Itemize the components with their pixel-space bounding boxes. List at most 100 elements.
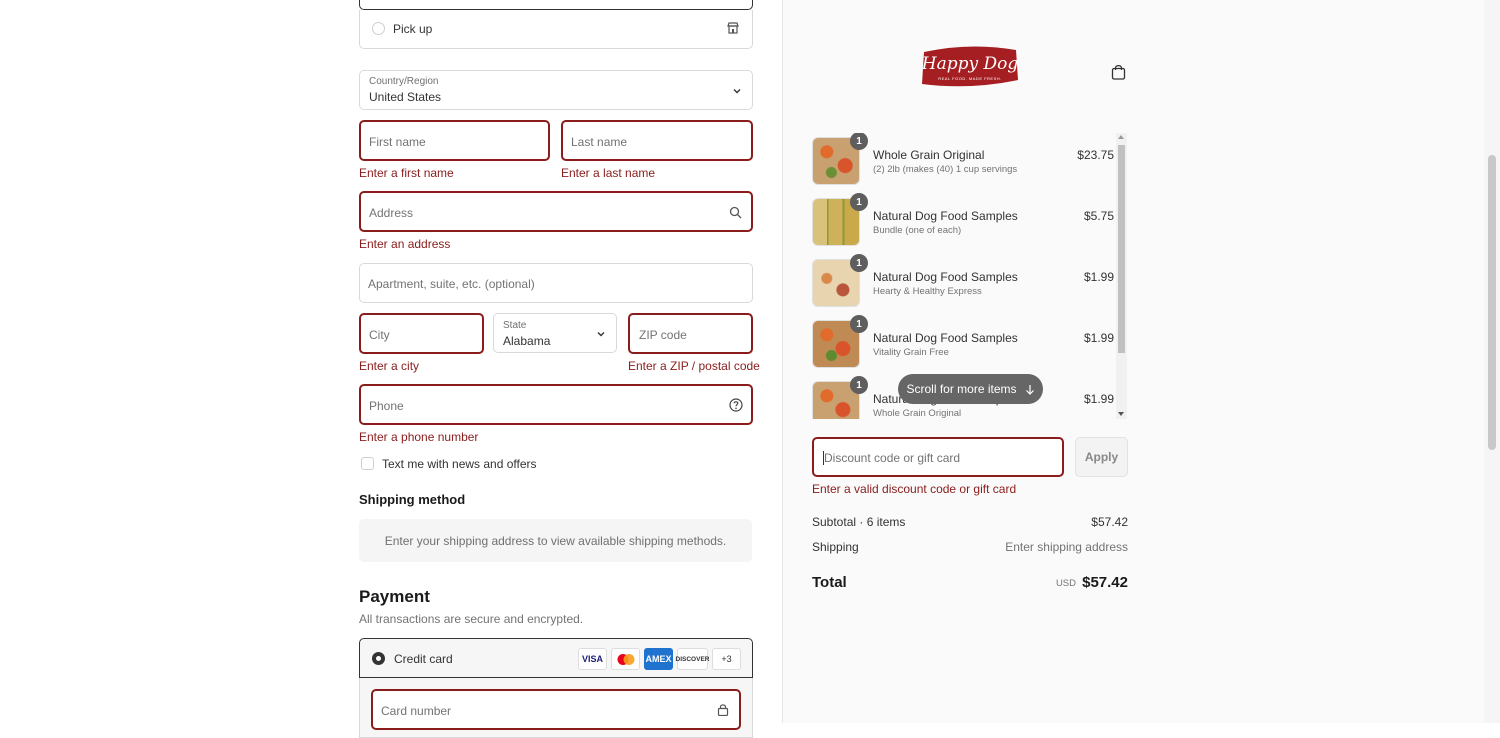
quantity-badge: 1 <box>850 133 868 150</box>
help-circle-icon[interactable] <box>729 398 743 412</box>
phone-field[interactable]: Phone <box>359 384 753 425</box>
address-field[interactable]: Address <box>359 191 753 232</box>
state-value: Alabama <box>503 334 551 348</box>
city-field[interactable]: City <box>359 313 484 354</box>
cart-scrollbar-up[interactable] <box>1118 135 1124 139</box>
address-error: Enter an address <box>359 237 451 251</box>
country-value: United States <box>369 90 442 104</box>
scroll-hint-text: Scroll for more items <box>906 382 1017 396</box>
state-label: State <box>503 320 527 331</box>
item-variant: Bundle (one of each) <box>873 225 962 236</box>
visa-icon: VISA <box>578 648 607 670</box>
cart-item: 1 Natural Dog Food Samples Bundle (one o… <box>812 193 1116 250</box>
mastercard-icon <box>611 648 640 670</box>
credit-card-radio[interactable] <box>372 652 385 665</box>
item-price: $5.75 <box>1083 209 1114 223</box>
apartment-field[interactable]: Apartment, suite, etc. (optional) <box>359 263 753 303</box>
shopping-bag-icon[interactable] <box>1111 64 1126 80</box>
card-number-field[interactable]: Card number <box>371 689 741 730</box>
item-price: $1.99 <box>1083 270 1114 284</box>
first-name-placeholder: First name <box>369 135 426 149</box>
item-variant: Vitality Grain Free <box>873 347 949 358</box>
logo-tagline: REAL FOOD. MADE FRESH. <box>938 76 1002 81</box>
shipping-notice: Enter your shipping address to view avai… <box>384 534 727 548</box>
item-variant: Hearty & Healthy Express <box>873 286 982 297</box>
cart-item: 1 Whole Grain Original (2) 2lb (makes (4… <box>812 133 1116 189</box>
amex-icon: AMEX <box>644 648 673 670</box>
payment-heading: Payment <box>359 587 430 606</box>
shipping-method-heading: Shipping method <box>359 492 466 507</box>
happy-dog-logo[interactable]: Happy Dog REAL FOOD. MADE FRESH. <box>920 44 1020 88</box>
city-error: Enter a city <box>359 359 420 373</box>
pickup-option[interactable]: Pick up <box>359 10 753 49</box>
quantity-badge: 1 <box>850 315 868 333</box>
zip-error: Enter a ZIP / postal code <box>628 359 760 373</box>
chevron-down-icon <box>597 332 605 337</box>
item-price: $1.99 <box>1083 331 1114 345</box>
checkout-form: Pick up Country/Region United States Fir… <box>0 0 782 738</box>
cart-item: 1 Natural Dog Food Samples Vitality Grai… <box>812 315 1116 372</box>
discount-code-input[interactable]: Discount code or gift card <box>812 437 1064 477</box>
address-placeholder: Address <box>369 206 414 220</box>
shipping-notice-box: Enter your shipping address to view avai… <box>359 519 752 562</box>
total-value: $57.42 <box>1082 574 1128 591</box>
item-price: $23.75 <box>1077 148 1114 162</box>
quantity-badge: 1 <box>850 193 868 211</box>
cart-scrollbar-down[interactable] <box>1118 412 1124 416</box>
first-name-field[interactable]: First name <box>359 120 550 161</box>
shipping-value: Enter shipping address <box>1005 540 1128 554</box>
total-label: Total <box>812 574 847 591</box>
shipping-label: Shipping <box>812 540 859 554</box>
scroll-hint-button[interactable]: Scroll for more items <box>898 374 1043 404</box>
country-select[interactable]: Country/Region United States <box>359 70 753 110</box>
card-number-placeholder: Card number <box>381 704 452 718</box>
search-icon <box>729 206 742 219</box>
item-name: Natural Dog Food Samples <box>873 209 1018 223</box>
last-name-field[interactable]: Last name <box>561 120 753 161</box>
discount-error: Enter a valid discount code or gift card <box>812 482 1017 496</box>
phone-placeholder: Phone <box>369 399 404 413</box>
apartment-placeholder: Apartment, suite, etc. (optional) <box>368 277 535 291</box>
page-scrollbar-thumb[interactable] <box>1488 155 1496 450</box>
arrow-down-icon <box>1025 384 1034 395</box>
logo-text: Happy Dog <box>921 54 1019 74</box>
more-cards-badge: +3 <box>712 648 741 670</box>
text-me-label: Text me with news and offers <box>382 457 537 471</box>
payment-subtitle: All transactions are secure and encrypte… <box>359 612 584 626</box>
cart-item: 1 Natural Dog Food Samples Hearty & Heal… <box>812 254 1116 311</box>
subtotal-value: $57.42 <box>1091 515 1128 529</box>
chevron-down-icon <box>733 89 741 94</box>
phone-error: Enter a phone number <box>359 430 479 444</box>
credit-card-option[interactable]: Credit card VISA AMEX DISCOVER +3 <box>359 638 753 678</box>
state-select[interactable]: State Alabama <box>493 313 617 353</box>
country-label: Country/Region <box>369 76 439 87</box>
pickup-radio[interactable] <box>372 22 385 35</box>
subtotal-label: Subtotal · 6 items <box>812 515 906 529</box>
item-name: Natural Dog Food Samples <box>873 270 1018 284</box>
last-name-error: Enter a last name <box>561 166 656 180</box>
ship-option[interactable] <box>359 0 753 10</box>
item-name: Whole Grain Original <box>873 148 985 162</box>
quantity-badge: 1 <box>850 254 868 272</box>
item-variant: (2) 2lb (makes (40) 1 cup servings <box>873 164 1018 175</box>
lock-icon <box>717 704 729 716</box>
zip-field[interactable]: ZIP code <box>628 313 753 354</box>
quantity-badge: 1 <box>850 376 868 394</box>
zip-placeholder: ZIP code <box>639 328 687 342</box>
cart-scrollbar-thumb[interactable] <box>1118 145 1125 353</box>
cart-scrollbar[interactable] <box>1116 133 1127 419</box>
item-name: Natural Dog Food Samples <box>873 331 1018 345</box>
discount-placeholder: Discount code or gift card <box>824 451 961 465</box>
text-me-checkbox[interactable] <box>361 457 374 470</box>
apply-button[interactable]: Apply <box>1075 437 1128 477</box>
item-variant: Whole Grain Original <box>873 408 962 419</box>
first-name-error: Enter a first name <box>359 166 454 180</box>
credit-card-label: Credit card <box>394 652 453 666</box>
discover-icon: DISCOVER <box>676 648 709 670</box>
item-price: $1.99 <box>1083 392 1114 406</box>
store-icon <box>727 22 739 34</box>
page-scrollbar[interactable] <box>1484 0 1500 723</box>
last-name-placeholder: Last name <box>571 135 628 149</box>
city-placeholder: City <box>369 328 390 342</box>
pickup-label: Pick up <box>393 22 433 36</box>
